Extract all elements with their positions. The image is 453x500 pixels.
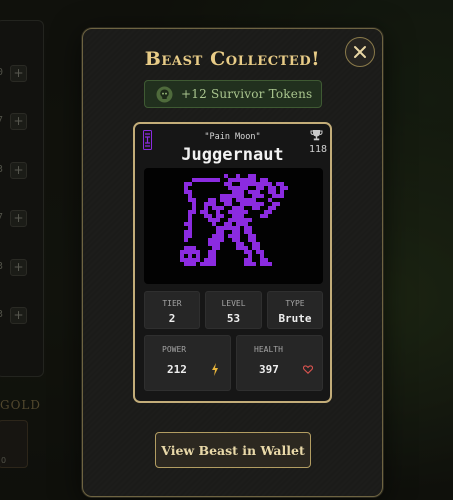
beast-score: 118: [308, 144, 327, 155]
lightning-icon: [212, 363, 218, 376]
heart-icon: [303, 365, 313, 374]
type-value: Brute: [278, 312, 312, 325]
health-stat: HEALTH 397: [236, 335, 323, 391]
beast-card: "Pain Moon" Juggernaut 118 TIER 2 LEVEL …: [133, 122, 332, 403]
power-value: 212: [167, 363, 187, 376]
survivor-tokens-reward: +12 Survivor Tokens: [144, 80, 322, 108]
level-value: 53: [226, 312, 241, 325]
power-label: POWER: [162, 345, 187, 354]
view-in-wallet-button[interactable]: View Beast in Wallet: [155, 432, 311, 468]
level-label: LEVEL: [221, 299, 246, 308]
tokens-label: +12 Survivor Tokens: [181, 87, 313, 101]
health-label: HEALTH: [254, 345, 283, 354]
beast-name: Juggernaut: [181, 145, 284, 165]
power-stat: POWER 212: [144, 335, 231, 391]
beast-artwork: [144, 168, 323, 284]
modal-title: Beast Collected!: [144, 48, 321, 70]
tier-value: 2: [168, 312, 176, 325]
health-value: 397: [259, 363, 279, 376]
type-label: TYPE: [285, 299, 305, 308]
beast-collected-modal: Beast Collected! +12 Survivor Tokens "Pa…: [82, 28, 383, 497]
beast-nickname: "Pain Moon": [204, 132, 261, 142]
juggernaut-pixel-art: [180, 174, 288, 266]
type-stat: TYPE Brute: [267, 291, 323, 329]
tier-stat: TIER 2: [144, 291, 200, 329]
trophy-icon: [310, 130, 323, 141]
skull-token-icon: [156, 86, 173, 102]
level-stat: LEVEL 53: [205, 291, 262, 329]
tier-label: TIER: [162, 299, 182, 308]
